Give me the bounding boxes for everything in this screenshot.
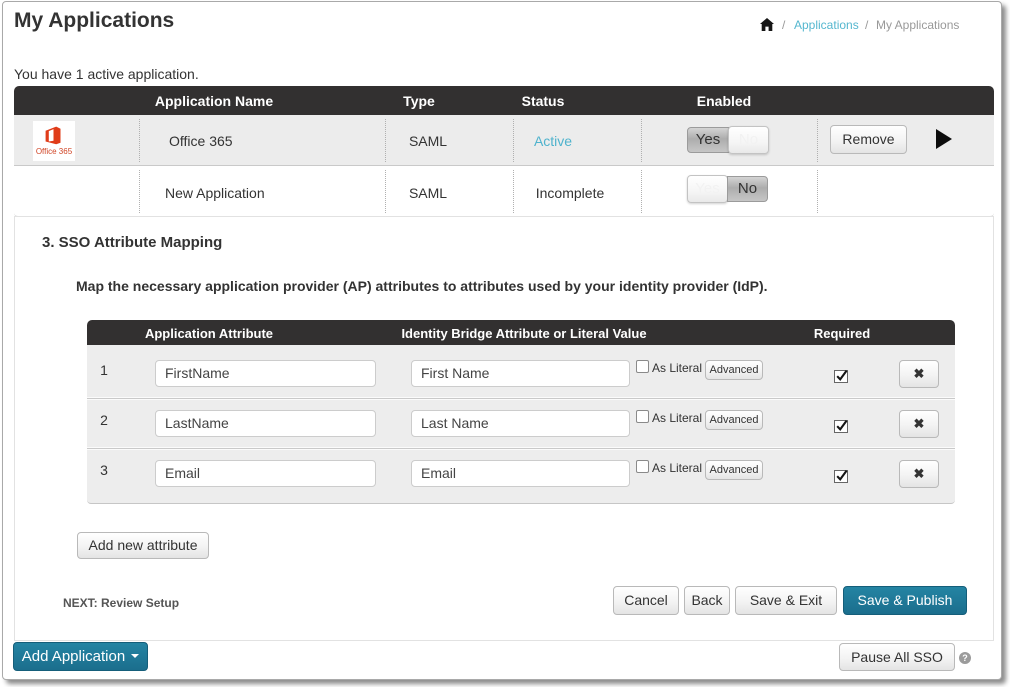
svg-text:Office 365: Office 365 xyxy=(36,147,73,156)
